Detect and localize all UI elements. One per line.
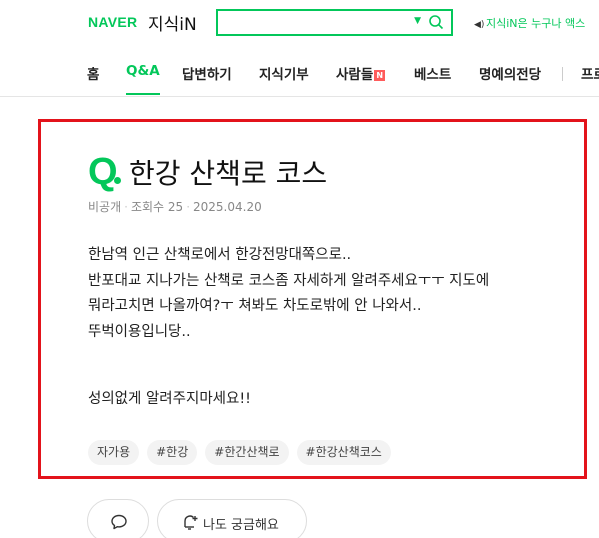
- q-dot: [114, 177, 121, 184]
- tag-item[interactable]: #한강: [147, 440, 198, 465]
- notice-label: 지식iN은 누구나 액스: [486, 17, 586, 30]
- new-badge: N: [374, 70, 386, 81]
- tag-item[interactable]: 자가용: [88, 440, 140, 465]
- naver-logo[interactable]: NAVER: [88, 14, 137, 30]
- nav-pro[interactable]: 프로: [581, 63, 599, 83]
- service-name[interactable]: 지식iN: [148, 10, 197, 35]
- views-label: 조회수: [130, 200, 165, 214]
- nav-hall-of-fame[interactable]: 명예의전당: [479, 63, 541, 83]
- tag-item[interactable]: #한강산책코스: [296, 440, 391, 465]
- nav-donate[interactable]: 지식기부: [259, 63, 309, 83]
- author: 비공개: [88, 200, 122, 214]
- main-nav: 홈 Q&A 답변하기 지식기부 사람들N 베스트 명예의전당 프로: [0, 52, 599, 97]
- question-title: 한강 산책로 코스: [129, 157, 328, 190]
- top-header: NAVER 지식iN ▼ ◀) 지식iN은 누구나 액스: [0, 0, 599, 46]
- q-icon: Q: [88, 151, 118, 193]
- question-closing: 성의없게 알려주지마세요!!: [88, 391, 251, 407]
- dropdown-caret-icon[interactable]: ▼: [414, 16, 421, 26]
- nav-answer[interactable]: 답변하기: [182, 63, 232, 83]
- view-count: 25: [167, 200, 184, 214]
- nav-divider: [562, 67, 563, 81]
- tag-list: 자가용 #한강 #한간산책로 #한강산책코스: [88, 440, 391, 465]
- post-date: 2025.04.20: [193, 200, 262, 214]
- curious-label: 나도 궁금해요: [203, 518, 279, 533]
- curious-plus-icon: [184, 515, 198, 530]
- comment-icon: [111, 514, 127, 530]
- comment-button[interactable]: [87, 499, 149, 538]
- speaker-icon: ◀): [474, 20, 485, 30]
- nav-people-label: 사람들: [336, 67, 374, 83]
- question-card: Q 한강 산책로 코스 비공개 · 조회수 25 · 2025.04.20 한남역 인근…: [38, 119, 587, 479]
- nav-best[interactable]: 베스트: [414, 63, 451, 83]
- question-meta: 비공개 · 조회수 25 · 2025.04.20: [88, 200, 262, 214]
- nav-qna[interactable]: Q&A: [126, 63, 160, 95]
- nav-home[interactable]: 홈: [87, 63, 99, 83]
- search-box[interactable]: ▼: [216, 9, 453, 36]
- notice-text[interactable]: ◀) 지식iN은 누구나 액스: [474, 15, 585, 31]
- nav-people[interactable]: 사람들 N: [336, 63, 386, 83]
- question-body: 한남역 인근 산책로에서 한강전망대쪽으로.. 반포대교 지나가는 산책로 코스…: [88, 247, 490, 340]
- tag-item[interactable]: #한간산책로: [205, 440, 289, 465]
- curious-button[interactable]: 나도 궁금해요: [157, 499, 307, 538]
- search-icon[interactable]: [428, 14, 444, 30]
